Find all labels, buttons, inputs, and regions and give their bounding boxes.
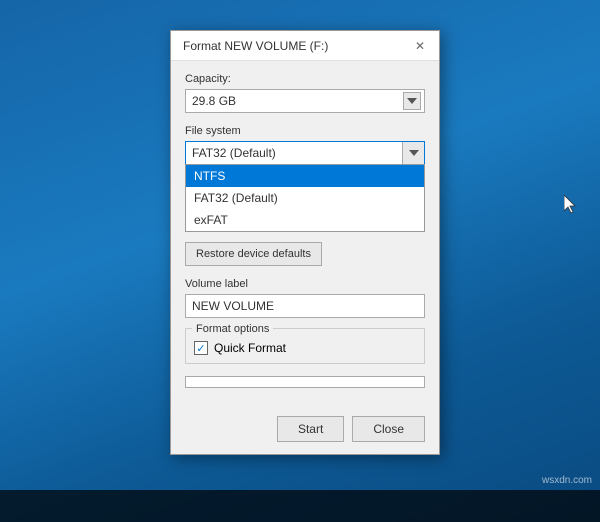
format-dialog: Format NEW VOLUME (F:) ✕ Capacity: 29.8 … (170, 30, 440, 455)
taskbar (0, 490, 600, 522)
close-button[interactable]: ✕ (409, 35, 431, 57)
filesystem-arrow (402, 142, 424, 164)
restore-defaults-button[interactable]: Restore device defaults (185, 242, 322, 266)
progress-bar-wrap (185, 376, 425, 388)
quick-format-label: Quick Format (214, 341, 286, 355)
close-dialog-button[interactable]: Close (352, 416, 425, 442)
filesystem-value: FAT32 (Default) (192, 146, 276, 160)
watermark: wsxdn.com (542, 475, 592, 486)
quick-format-checkbox[interactable]: ✓ (194, 341, 208, 355)
desktop: Format NEW VOLUME (F:) ✕ Capacity: 29.8 … (0, 0, 600, 522)
filesystem-option-exfat[interactable]: exFAT (186, 209, 424, 231)
capacity-label: Capacity: (185, 73, 425, 85)
capacity-dropdown[interactable]: 29.8 GB (185, 89, 425, 113)
dialog-title: Format NEW VOLUME (F:) (183, 39, 328, 53)
filesystem-label: File system (185, 125, 425, 137)
filesystem-select[interactable]: FAT32 (Default) (185, 141, 425, 165)
filesystem-dropdown-container: FAT32 (Default) NTFS FAT32 (Default) exF… (185, 141, 425, 232)
filesystem-option-ntfs[interactable]: NTFS (186, 165, 424, 187)
filesystem-option-fat32[interactable]: FAT32 (Default) (186, 187, 424, 209)
dialog-buttons: Start Close (171, 416, 439, 454)
quick-format-row: ✓ Quick Format (194, 341, 416, 355)
filesystem-dropdown-list: NTFS FAT32 (Default) exFAT (185, 164, 425, 232)
title-bar: Format NEW VOLUME (F:) ✕ (171, 31, 439, 61)
capacity-value: 29.8 GB (192, 94, 236, 108)
volume-section: Volume label (185, 278, 425, 318)
restore-btn-wrap: Restore device defaults (185, 242, 425, 266)
capacity-wrapper: 29.8 GB (185, 89, 425, 113)
mouse-cursor-icon (564, 195, 578, 218)
format-options-section: Format options ✓ Quick Format (185, 328, 425, 364)
start-button[interactable]: Start (277, 416, 344, 442)
dialog-body: Capacity: 29.8 GB File system FAT32 (Def… (171, 61, 439, 416)
progress-bar (185, 376, 425, 388)
volume-label-input[interactable] (185, 294, 425, 318)
title-controls: ✕ (409, 35, 431, 57)
volume-label-label: Volume label (185, 278, 425, 290)
format-options-legend: Format options (192, 324, 273, 335)
